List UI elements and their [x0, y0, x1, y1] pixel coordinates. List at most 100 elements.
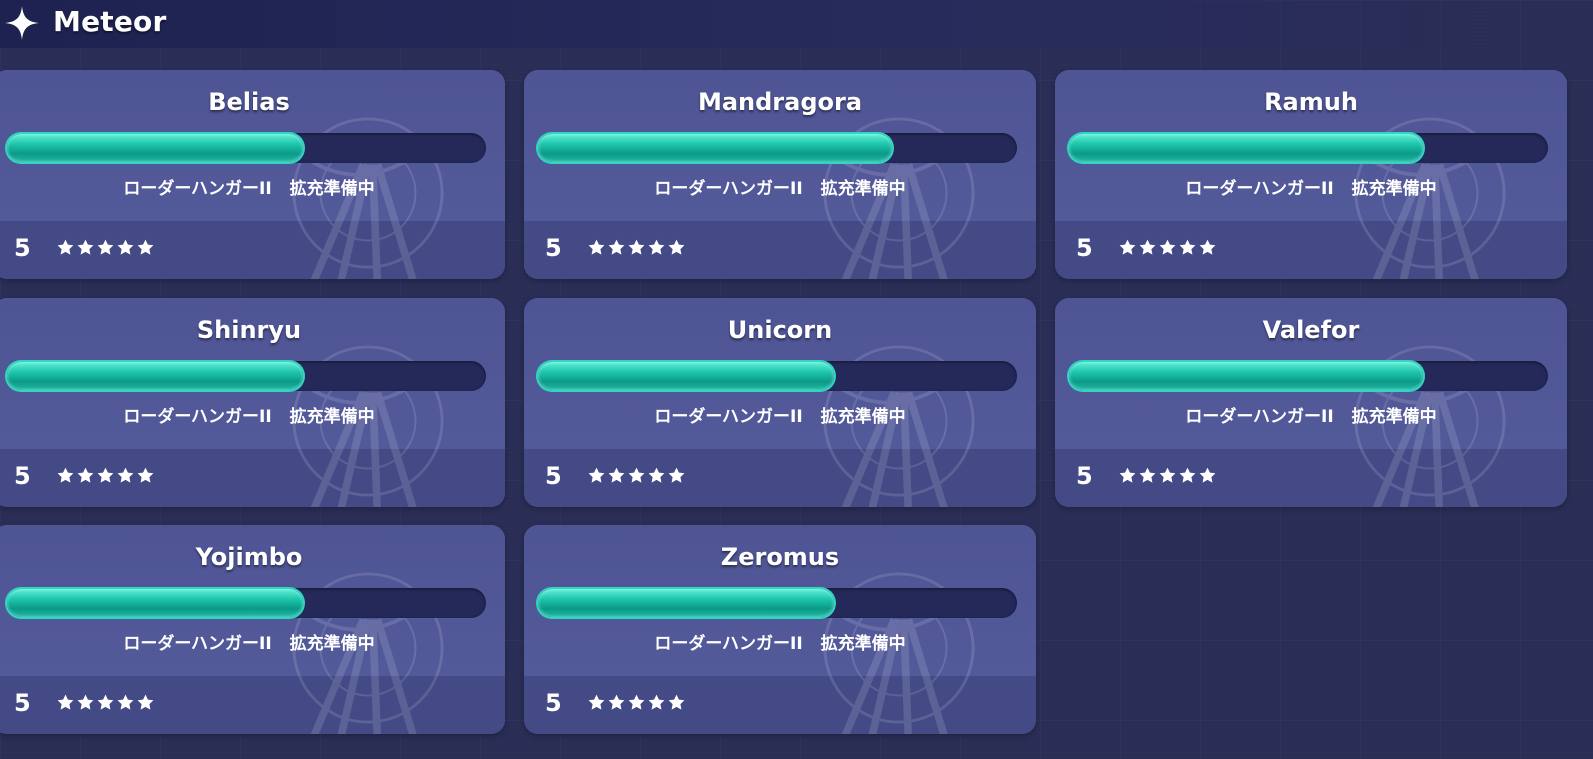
status-text: ローダーハンガーII 拡充準備中	[0, 177, 505, 201]
star-rating	[588, 239, 688, 259]
star-icon	[608, 239, 625, 255]
facility-label: ローダーハンガーII	[654, 179, 803, 199]
star-icon	[628, 467, 645, 483]
airship-card[interactable]: Belias ローダーハンガーII 拡充準備中 5	[0, 70, 505, 279]
airship-name: Zeromus	[720, 543, 840, 571]
status-text: ローダーハンガーII 拡充準備中	[1055, 405, 1567, 429]
star-icon	[588, 694, 605, 710]
progress-bar-fill	[1069, 134, 1423, 162]
star-rating	[588, 467, 688, 487]
airship-card-grid: Belias ローダーハンガーII 拡充準備中 5 Mandragora ローダー…	[0, 0, 1593, 759]
star-rating	[1119, 239, 1219, 259]
facility-label: ローダーハンガーII	[654, 407, 803, 427]
facility-label: ローダーハンガーII	[123, 179, 272, 199]
star-icon	[57, 694, 74, 710]
star-icon	[1199, 467, 1216, 483]
star-icon	[668, 694, 685, 710]
progress-bar-fill	[7, 362, 303, 390]
airship-name: Valefor	[1262, 316, 1360, 344]
airship-name: Mandragora	[697, 88, 863, 116]
status-text: ローダーハンガーII 拡充準備中	[1055, 177, 1567, 201]
star-icon	[628, 694, 645, 710]
airship-card[interactable]: Shinryu ローダーハンガーII 拡充準備中 5	[0, 298, 505, 507]
star-icon	[1179, 239, 1196, 255]
star-icon	[608, 467, 625, 483]
status-text: ローダーハンガーII 拡充準備中	[524, 632, 1036, 656]
status-label: 拡充準備中	[1351, 179, 1437, 199]
progress-bar	[537, 133, 1017, 163]
star-icon	[77, 239, 94, 255]
star-icon	[1199, 239, 1216, 255]
airship-card[interactable]: Unicorn ローダーハンガーII 拡充準備中 5	[524, 298, 1036, 507]
progress-bar	[1068, 133, 1548, 163]
star-icon	[668, 467, 685, 483]
star-icon	[1159, 467, 1176, 483]
star-icon	[1179, 467, 1196, 483]
progress-bar-fill	[538, 589, 834, 617]
progress-bar	[6, 133, 486, 163]
level-value: 5	[1076, 462, 1093, 490]
star-icon	[1119, 467, 1136, 483]
status-label: 拡充準備中	[820, 179, 906, 199]
progress-bar-fill	[538, 134, 892, 162]
progress-bar	[1068, 361, 1548, 391]
facility-label: ローダーハンガーII	[1185, 179, 1334, 199]
level-value: 5	[545, 234, 562, 262]
progress-bar	[537, 361, 1017, 391]
level-value: 5	[1076, 234, 1093, 262]
status-label: 拡充準備中	[820, 407, 906, 427]
facility-label: ローダーハンガーII	[123, 634, 272, 654]
star-rating	[57, 694, 157, 714]
level-value: 5	[14, 689, 31, 717]
star-icon	[648, 239, 665, 255]
star-rating	[588, 694, 688, 714]
status-label: 拡充準備中	[820, 634, 906, 654]
airship-card[interactable]: Zeromus ローダーハンガーII 拡充準備中 5	[524, 525, 1036, 734]
star-icon	[137, 239, 154, 255]
star-icon	[1119, 239, 1136, 255]
star-icon	[1139, 467, 1156, 483]
progress-bar-fill	[7, 134, 303, 162]
airship-name: Belias	[208, 88, 290, 116]
star-icon	[117, 467, 134, 483]
status-text: ローダーハンガーII 拡充準備中	[524, 177, 1036, 201]
status-label: 拡充準備中	[289, 634, 375, 654]
star-icon	[57, 239, 74, 255]
progress-bar	[537, 588, 1017, 618]
star-rating	[1119, 467, 1219, 487]
facility-label: ローダーハンガーII	[1185, 407, 1334, 427]
progress-bar-fill	[538, 362, 834, 390]
status-text: ローダーハンガーII 拡充準備中	[524, 405, 1036, 429]
airship-name: Shinryu	[196, 316, 302, 344]
star-icon	[588, 467, 605, 483]
airship-card[interactable]: Yojimbo ローダーハンガーII 拡充準備中 5	[0, 525, 505, 734]
level-value: 5	[545, 462, 562, 490]
star-icon	[117, 694, 134, 710]
progress-bar-fill	[1069, 362, 1423, 390]
level-value: 5	[545, 689, 562, 717]
star-icon	[648, 467, 665, 483]
status-text: ローダーハンガーII 拡充準備中	[0, 632, 505, 656]
progress-bar	[6, 361, 486, 391]
facility-label: ローダーハンガーII	[654, 634, 803, 654]
star-rating	[57, 239, 157, 259]
star-icon	[97, 239, 114, 255]
star-icon	[648, 694, 665, 710]
star-icon	[1159, 239, 1176, 255]
star-icon	[608, 694, 625, 710]
status-label: 拡充準備中	[1351, 407, 1437, 427]
status-label: 拡充準備中	[289, 407, 375, 427]
star-icon	[137, 467, 154, 483]
status-label: 拡充準備中	[289, 179, 375, 199]
airship-name: Ramuh	[1264, 88, 1358, 116]
star-icon	[628, 239, 645, 255]
star-icon	[57, 467, 74, 483]
airship-card[interactable]: Valefor ローダーハンガーII 拡充準備中 5	[1055, 298, 1567, 507]
star-icon	[77, 467, 94, 483]
airship-card[interactable]: Mandragora ローダーハンガーII 拡充準備中 5	[524, 70, 1036, 279]
level-value: 5	[14, 462, 31, 490]
airship-card[interactable]: Ramuh ローダーハンガーII 拡充準備中 5	[1055, 70, 1567, 279]
progress-bar	[6, 588, 486, 618]
status-text: ローダーハンガーII 拡充準備中	[0, 405, 505, 429]
star-icon	[668, 239, 685, 255]
